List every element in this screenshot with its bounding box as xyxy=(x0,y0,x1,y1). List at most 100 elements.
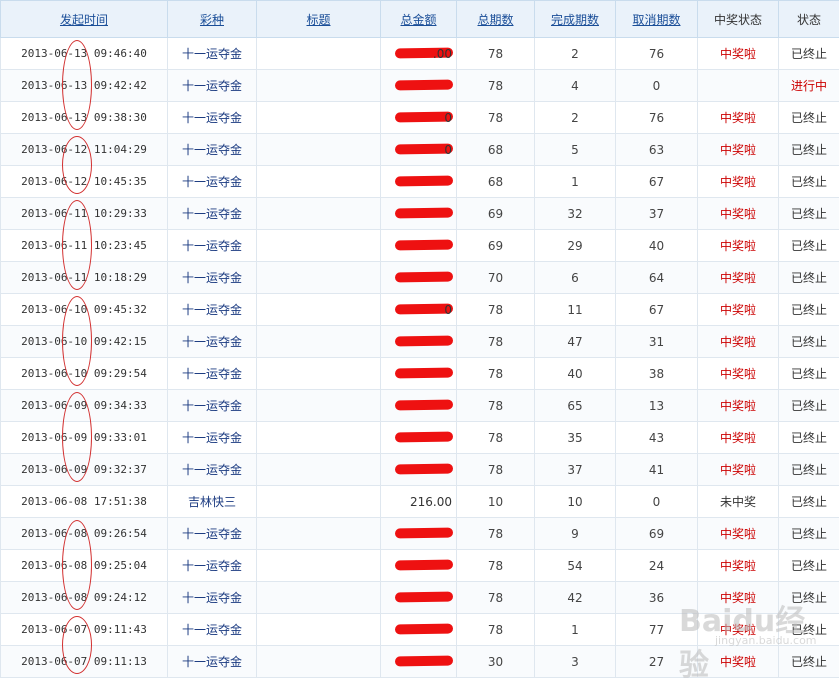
column-header[interactable]: 总期数 xyxy=(457,1,535,38)
amount-cell xyxy=(381,646,457,678)
column-header-label[interactable]: 完成期数 xyxy=(551,13,599,27)
prize-status-cell: 中奖啦 xyxy=(698,102,779,134)
lottery-type-cell: 十一运夺金 xyxy=(168,422,257,454)
amount-cell xyxy=(381,262,457,294)
table-row[interactable]: 2013-06-11 10:23:45十一运夺金692940中奖啦已终止 xyxy=(1,230,839,262)
table-row[interactable]: 2013-06-13 09:42:42十一运夺金7840进行中 xyxy=(1,70,839,102)
completed-periods-cell: 2 xyxy=(535,38,616,70)
completed-periods-cell: 4 xyxy=(535,70,616,102)
cancelled-periods-cell: 67 xyxy=(616,294,698,326)
cancelled-periods-cell: 64 xyxy=(616,262,698,294)
status-cell: 已终止 xyxy=(779,358,839,390)
redaction-mark xyxy=(395,79,453,90)
table-row[interactable]: 2013-06-09 09:34:33十一运夺金786513中奖啦已终止 xyxy=(1,390,839,422)
table-row[interactable]: 2013-06-13 09:38:30十一运夺金078276中奖啦已终止 xyxy=(1,102,839,134)
status-cell: 已终止 xyxy=(779,422,839,454)
title-cell xyxy=(257,422,381,454)
cancelled-periods-cell: 37 xyxy=(616,198,698,230)
column-header-label: 中奖状态 xyxy=(714,13,762,27)
status-cell: 已终止 xyxy=(779,454,839,486)
lottery-type-cell: 吉林快三 xyxy=(168,486,257,518)
total-periods-cell: 10 xyxy=(457,486,535,518)
redaction-mark xyxy=(395,271,453,282)
title-cell xyxy=(257,102,381,134)
table-row[interactable]: 2013-06-10 09:45:32十一运夺金0781167中奖啦已终止 xyxy=(1,294,839,326)
completed-periods-cell: 37 xyxy=(535,454,616,486)
total-periods-cell: 78 xyxy=(457,518,535,550)
table-row[interactable]: 2013-06-11 10:29:33十一运夺金693237中奖啦已终止 xyxy=(1,198,839,230)
completed-periods-cell: 47 xyxy=(535,326,616,358)
cancelled-periods-cell: 38 xyxy=(616,358,698,390)
column-header-label[interactable]: 发起时间 xyxy=(60,13,108,27)
column-header-label[interactable]: 总期数 xyxy=(477,13,513,27)
title-cell xyxy=(257,230,381,262)
lottery-type-cell: 十一运夺金 xyxy=(168,454,257,486)
table-body: 2013-06-13 09:46:40十一运夺金.0078276中奖啦已终止20… xyxy=(1,38,839,678)
total-periods-cell: 78 xyxy=(457,390,535,422)
prize-status-cell: 未中奖 xyxy=(698,486,779,518)
time-cell: 2013-06-10 09:42:15 xyxy=(1,326,168,358)
completed-periods-cell: 9 xyxy=(535,518,616,550)
total-periods-cell: 78 xyxy=(457,422,535,454)
table-row[interactable]: 2013-06-12 11:04:29十一运夺金068563中奖啦已终止 xyxy=(1,134,839,166)
lottery-type-cell: 十一运夺金 xyxy=(168,230,257,262)
column-header[interactable]: 标题 xyxy=(257,1,381,38)
column-header[interactable]: 取消期数 xyxy=(616,1,698,38)
table-row[interactable]: 2013-06-09 09:33:01十一运夺金783543中奖啦已终止 xyxy=(1,422,839,454)
column-header-label[interactable]: 总金额 xyxy=(400,13,436,27)
column-header[interactable]: 彩种 xyxy=(168,1,257,38)
status-cell: 已终止 xyxy=(779,38,839,70)
title-cell xyxy=(257,70,381,102)
time-cell: 2013-06-13 09:42:42 xyxy=(1,70,168,102)
title-cell xyxy=(257,582,381,614)
total-periods-cell: 78 xyxy=(457,550,535,582)
prize-status-cell: 中奖啦 xyxy=(698,550,779,582)
table-row[interactable]: 2013-06-08 09:26:54十一运夺金78969中奖啦已终止 xyxy=(1,518,839,550)
redaction-mark xyxy=(395,431,453,442)
completed-periods-cell: 42 xyxy=(535,582,616,614)
amount-cell xyxy=(381,70,457,102)
column-header[interactable]: 发起时间 xyxy=(1,1,168,38)
title-cell xyxy=(257,134,381,166)
status-cell: 进行中 xyxy=(779,70,839,102)
total-periods-cell: 78 xyxy=(457,102,535,134)
table-row[interactable]: 2013-06-12 10:45:35十一运夺金68167中奖啦已终止 xyxy=(1,166,839,198)
time-cell: 2013-06-11 10:29:33 xyxy=(1,198,168,230)
prize-status-cell: 中奖啦 xyxy=(698,134,779,166)
status-cell: 已终止 xyxy=(779,166,839,198)
redaction-mark xyxy=(395,623,453,634)
column-header[interactable]: 完成期数 xyxy=(535,1,616,38)
prize-status-cell: 中奖啦 xyxy=(698,198,779,230)
cancelled-periods-cell: 76 xyxy=(616,102,698,134)
column-header-label[interactable]: 彩种 xyxy=(200,13,224,27)
table-row[interactable]: 2013-06-13 09:46:40十一运夺金.0078276中奖啦已终止 xyxy=(1,38,839,70)
total-periods-cell: 78 xyxy=(457,326,535,358)
table-row[interactable]: 2013-06-10 09:29:54十一运夺金784038中奖啦已终止 xyxy=(1,358,839,390)
amount-cell xyxy=(381,454,457,486)
amount-cell xyxy=(381,582,457,614)
title-cell xyxy=(257,38,381,70)
prize-status-cell: 中奖啦 xyxy=(698,326,779,358)
watermark-url: jingyan.baidu.com xyxy=(715,634,817,647)
status-cell: 已终止 xyxy=(779,550,839,582)
status-cell: 已终止 xyxy=(779,102,839,134)
title-cell xyxy=(257,358,381,390)
table-row[interactable]: 2013-06-08 09:25:04十一运夺金785424中奖啦已终止 xyxy=(1,550,839,582)
column-header-label[interactable]: 标题 xyxy=(306,13,330,27)
time-cell: 2013-06-13 09:46:40 xyxy=(1,38,168,70)
table-row[interactable]: 2013-06-11 10:18:29十一运夺金70664中奖啦已终止 xyxy=(1,262,839,294)
total-periods-cell: 70 xyxy=(457,262,535,294)
amount-cell xyxy=(381,422,457,454)
column-header-label[interactable]: 取消期数 xyxy=(632,13,680,27)
time-cell: 2013-06-09 09:32:37 xyxy=(1,454,168,486)
table-row[interactable]: 2013-06-10 09:42:15十一运夺金784731中奖啦已终止 xyxy=(1,326,839,358)
completed-periods-cell: 32 xyxy=(535,198,616,230)
column-header[interactable]: 总金额 xyxy=(381,1,457,38)
table-row[interactable]: 2013-06-08 17:51:38吉林快三216.0010100未中奖已终止 xyxy=(1,486,839,518)
table-row[interactable]: 2013-06-09 09:32:37十一运夺金783741中奖啦已终止 xyxy=(1,454,839,486)
column-header-label: 状态 xyxy=(797,13,821,27)
page: 发起时间 彩种 标题 总金额 总期数 完成期数 取消期数 中奖状态 状态 2013-06-13 … xyxy=(0,0,839,668)
cancelled-periods-cell: 13 xyxy=(616,390,698,422)
prize-status-cell xyxy=(698,70,779,102)
cancelled-periods-cell: 69 xyxy=(616,518,698,550)
